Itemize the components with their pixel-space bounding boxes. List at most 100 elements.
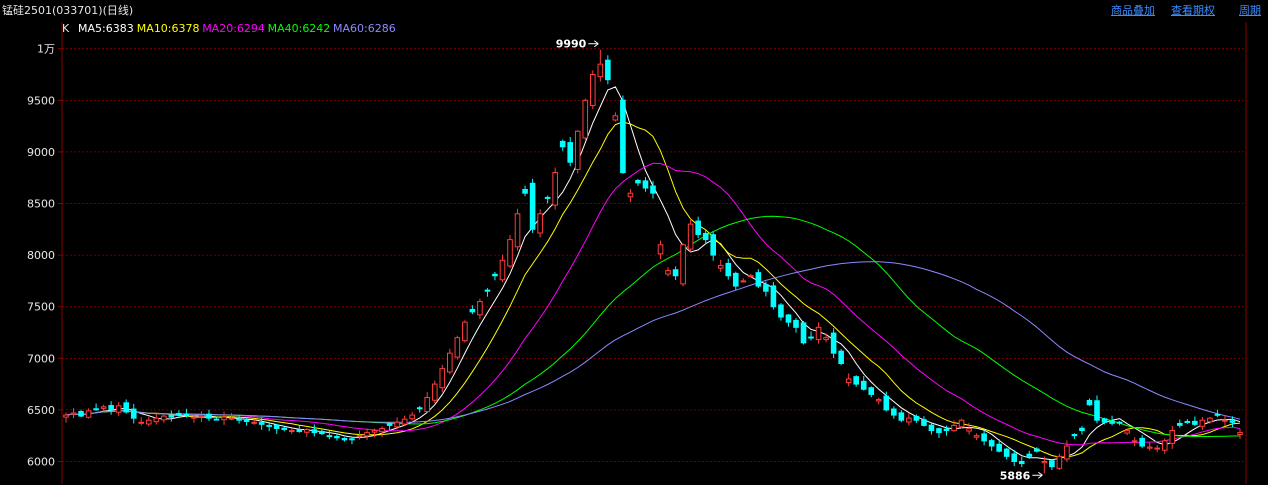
candle-body (1176, 422, 1183, 426)
candle (958, 418, 965, 429)
candle-body (492, 273, 498, 277)
candle-body (326, 435, 333, 438)
candle-body (454, 337, 461, 358)
candle-body (273, 424, 280, 429)
chart-background (0, 18, 1268, 485)
candle-body (943, 428, 950, 432)
candle-body (364, 432, 370, 437)
candle-body (319, 430, 325, 435)
candle-body (1222, 419, 1228, 422)
candle-body (883, 395, 890, 411)
candle-body (115, 405, 122, 413)
candle-body (484, 289, 491, 292)
commodity-overlay-link[interactable]: 商品叠加 (1111, 2, 1155, 18)
candle-body (296, 429, 303, 433)
candle-body (1034, 448, 1040, 452)
candle-body (85, 410, 92, 418)
candle-body (1139, 437, 1145, 447)
y-axis: 6000 6500 7000 7500 8000 8500 9000 9500 1万 (27, 43, 55, 469)
candle-body (823, 337, 829, 341)
candle-body (627, 192, 634, 198)
instrument-title: 锰硅2501(033701)(日线) (2, 4, 134, 17)
candle-body (1169, 430, 1176, 444)
candle-body (138, 421, 145, 424)
y-tick-label: 7000 (27, 352, 55, 365)
candle-body (1079, 427, 1085, 432)
candle-body (507, 239, 513, 267)
candle-body (868, 387, 875, 395)
candle-body (529, 182, 536, 230)
y-tick-label: 6000 (27, 456, 55, 469)
candle-body (1064, 445, 1070, 460)
candle-body (176, 412, 182, 416)
candle-body (439, 368, 446, 389)
candle-body (1131, 440, 1138, 443)
candle-body (401, 418, 408, 425)
candlestick-chart[interactable]: 6000 6500 7000 7500 8000 8500 9000 9500 1万 9990 5… (0, 18, 1268, 485)
candle-body (161, 415, 167, 421)
candle (537, 209, 543, 238)
candle-body (1214, 413, 1221, 416)
candle-body (936, 428, 942, 434)
candle-body (620, 99, 626, 174)
candle-body (906, 417, 912, 423)
candle-body (853, 376, 859, 385)
candle-body (778, 304, 784, 318)
legend-ma5: MA5:6383 (78, 22, 134, 35)
candle-body (725, 262, 732, 277)
candle-body (447, 352, 453, 373)
candle-body (213, 418, 220, 421)
candle-body (921, 419, 927, 426)
candle-body (913, 415, 920, 421)
candle-body (755, 272, 762, 287)
candle-body (695, 220, 701, 235)
candle-body (130, 408, 137, 419)
candle-body (973, 435, 980, 438)
candle-body (574, 130, 581, 170)
candle-body (687, 223, 694, 250)
candle-body (981, 433, 987, 442)
candle (454, 335, 461, 360)
candle-body (552, 172, 558, 206)
candle-body (1146, 446, 1153, 449)
candle-body (371, 430, 378, 433)
candle-body (1049, 460, 1055, 468)
candle-body (891, 408, 897, 416)
candle (838, 348, 844, 366)
period-link[interactable]: 周期 (1239, 2, 1261, 18)
candle-body (612, 115, 619, 121)
candle-body (875, 399, 882, 402)
legend-ma60: MA60:6286 (333, 22, 396, 35)
candle-body (1003, 448, 1010, 457)
candle (830, 328, 837, 359)
candle-body (379, 427, 385, 433)
view-options-link[interactable]: 查看期权 (1171, 2, 1215, 18)
candle-body (341, 437, 348, 441)
y-tick-label: 9500 (27, 94, 55, 107)
candle-body (1237, 432, 1243, 435)
candle-body (304, 429, 310, 433)
candle (507, 235, 513, 269)
candle-body (78, 411, 84, 417)
candle-body (537, 213, 543, 234)
candle-body (680, 244, 686, 285)
candle-body (93, 408, 99, 411)
candle-body (763, 284, 769, 292)
candle-body (988, 440, 995, 447)
candle-body (258, 422, 265, 425)
candle-body (589, 74, 596, 107)
candle-body (266, 424, 272, 427)
candle (582, 98, 589, 141)
candle-body (123, 402, 130, 413)
candle-body (958, 419, 965, 428)
candle-body (898, 412, 905, 421)
candle-body (311, 429, 318, 434)
y-tick-label: 1万 (37, 43, 55, 56)
candle-body (168, 414, 175, 418)
candle-body (544, 196, 551, 199)
candle (552, 167, 558, 210)
ma-legend: K MA5:6383 MA10:6378 MA20:6294 MA40:6242 MA60… (62, 22, 396, 35)
candle-body (845, 378, 852, 384)
candle-body (386, 423, 393, 426)
y-tick-label: 7500 (27, 301, 55, 314)
